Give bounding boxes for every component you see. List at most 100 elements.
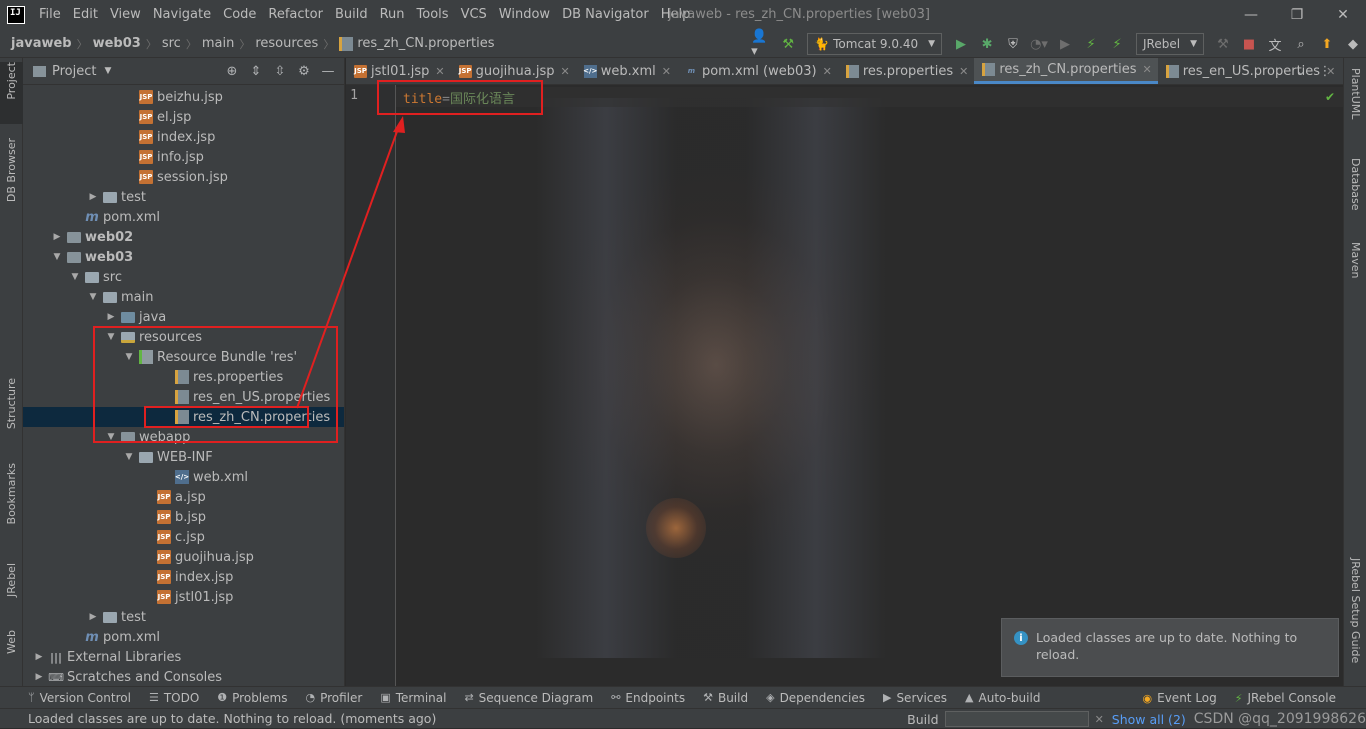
inspection-ok-icon[interactable]: ✔: [1325, 90, 1335, 104]
tree-item[interactable]: ▼ web03: [23, 247, 344, 267]
tree-item[interactable]: m pom.xml: [23, 627, 344, 647]
locate-file-icon[interactable]: ⊕: [220, 64, 244, 79]
menu-window[interactable]: Window: [493, 0, 556, 30]
jrebel-console-button[interactable]: ⚡ JRebel Console: [1235, 691, 1336, 705]
run-configuration-select[interactable]: 🐈 Tomcat 9.0.40 ▼: [807, 33, 943, 55]
profile-icon[interactable]: ◔▾: [1028, 33, 1050, 55]
menu-run[interactable]: Run: [374, 0, 411, 30]
chevron-right-icon[interactable]: ▶: [87, 612, 99, 622]
breadcrumb-item[interactable]: web03: [93, 36, 141, 51]
tool-window-button[interactable]: ⇄ Sequence Diagram: [464, 691, 593, 705]
tree-item[interactable]: ▶ web02: [23, 227, 344, 247]
minimize-button[interactable]: —: [1228, 0, 1274, 30]
chevron-down-icon[interactable]: ▼: [69, 272, 81, 282]
menu-edit[interactable]: Edit: [67, 0, 104, 30]
intellij-logo-icon[interactable]: IJ: [7, 6, 25, 24]
tool-window-button[interactable]: ᛘ Version Control: [28, 691, 131, 705]
update-icon[interactable]: ⬆: [1316, 33, 1338, 55]
tree-item[interactable]: JSP index.jsp: [23, 567, 344, 587]
database-tool-tab[interactable]: Database: [1344, 158, 1366, 228]
stop-icon[interactable]: ■: [1238, 33, 1260, 55]
user-icon[interactable]: 👤▾: [751, 29, 773, 59]
close-window-button[interactable]: ✕: [1320, 0, 1366, 30]
menu-db-navigator[interactable]: DB Navigator: [556, 0, 655, 30]
jrebel-select[interactable]: JRebel ▼: [1136, 33, 1204, 55]
close-tab-icon[interactable]: ✕: [662, 65, 671, 78]
editor-tab[interactable]: </> web.xml ✕: [576, 58, 677, 84]
menu-vcs[interactable]: VCS: [455, 0, 493, 30]
close-build-icon[interactable]: ✕: [1095, 713, 1104, 726]
maven-tool-tab[interactable]: Maven: [1344, 242, 1366, 302]
editor-tab[interactable]: res_zh_CN.properties ✕: [974, 58, 1158, 84]
chevron-right-icon[interactable]: ▶: [33, 672, 45, 682]
restore-button[interactable]: ❐: [1274, 0, 1320, 30]
tree-item[interactable]: ▶ test: [23, 607, 344, 627]
tool-window-button[interactable]: ▲ Auto-build: [965, 691, 1040, 705]
close-tab-icon[interactable]: ✕: [823, 65, 832, 78]
plantuml-tool-tab[interactable]: PlantUML: [1344, 68, 1366, 148]
menu-view[interactable]: View: [104, 0, 147, 30]
chevron-down-icon[interactable]: ⌄: [1289, 64, 1313, 79]
breadcrumb-item[interactable]: resources: [255, 36, 318, 51]
close-tab-icon[interactable]: ✕: [435, 65, 444, 78]
editor-tab[interactable]: res.properties ✕: [838, 58, 975, 84]
menu-build[interactable]: Build: [329, 0, 374, 30]
tree-item[interactable]: </> web.xml: [23, 467, 344, 487]
hide-panel-icon[interactable]: —: [316, 64, 340, 79]
tool-window-button[interactable]: ☰ TODO: [149, 691, 199, 705]
chevron-down-icon[interactable]: ▼: [87, 292, 99, 302]
breadcrumb-item[interactable]: res_zh_CN.properties: [357, 36, 494, 51]
hammer-disabled-icon[interactable]: ⚒: [1212, 33, 1234, 55]
tree-item[interactable]: JSP beizhu.jsp: [23, 87, 344, 107]
debug-icon[interactable]: ✱: [976, 33, 998, 55]
tool-window-button[interactable]: ⚯ Endpoints: [611, 691, 685, 705]
chevron-down-icon[interactable]: ▼: [123, 452, 135, 462]
close-tab-icon[interactable]: ✕: [561, 65, 570, 78]
menu-refactor[interactable]: Refactor: [262, 0, 329, 30]
tree-item[interactable]: ▼ src: [23, 267, 344, 287]
tree-item[interactable]: ▶ ||| External Libraries: [23, 647, 344, 667]
collapse-all-icon[interactable]: ⇳: [268, 64, 292, 79]
show-all-link[interactable]: Show all (2): [1112, 712, 1186, 727]
tree-item[interactable]: ▶ ⌨ Scratches and Consoles: [23, 667, 344, 686]
tree-item[interactable]: JSP el.jsp: [23, 107, 344, 127]
tool-window-button[interactable]: ▶ Services: [883, 691, 947, 705]
tree-item[interactable]: JSP guojihua.jsp: [23, 547, 344, 567]
project-panel-title[interactable]: Project: [52, 64, 96, 79]
settings-gear-icon[interactable]: ⚙: [292, 64, 316, 79]
more-options-icon[interactable]: ⋮: [1313, 64, 1337, 79]
tool-window-button[interactable]: ◔ Profiler: [305, 691, 362, 705]
breadcrumb-item[interactable]: javaweb: [11, 36, 72, 51]
chevron-right-icon[interactable]: ▶: [87, 192, 99, 202]
jrebel-debug-icon[interactable]: ⚡: [1106, 33, 1128, 55]
close-tab-icon[interactable]: ✕: [1143, 63, 1152, 76]
bookmarks-tool-tab[interactable]: Bookmarks: [0, 463, 23, 545]
coverage-icon[interactable]: ⛨: [1002, 33, 1024, 55]
chevron-right-icon[interactable]: ▶: [33, 652, 45, 662]
chevron-down-icon[interactable]: ▼: [51, 252, 63, 262]
tree-item[interactable]: JSP session.jsp: [23, 167, 344, 187]
tree-item[interactable]: ▶ test: [23, 187, 344, 207]
editor-tab[interactable]: m pom.xml (web03) ✕: [677, 58, 838, 84]
project-tool-tab[interactable]: Project: [0, 62, 23, 124]
tree-item[interactable]: ▼ main: [23, 287, 344, 307]
breadcrumb-item[interactable]: src: [162, 36, 181, 51]
event-log-button[interactable]: ◉ Event Log: [1143, 691, 1217, 705]
translate-icon[interactable]: 文: [1264, 33, 1286, 55]
close-tab-icon[interactable]: ✕: [959, 65, 968, 78]
chevron-right-icon[interactable]: ▶: [51, 232, 63, 242]
tool-window-button[interactable]: ❶ Problems: [217, 691, 287, 705]
expand-all-icon[interactable]: ⇕: [244, 64, 268, 79]
tree-item[interactable]: JSP b.jsp: [23, 507, 344, 527]
search-icon[interactable]: ⌕: [1290, 33, 1312, 55]
web-tool-tab[interactable]: Web: [0, 630, 23, 670]
tree-item[interactable]: JSP c.jsp: [23, 527, 344, 547]
menu-navigate[interactable]: Navigate: [147, 0, 217, 30]
jrebel-tool-tab[interactable]: JRebel: [0, 563, 23, 618]
db-browser-tool-tab[interactable]: DB Browser: [0, 138, 23, 218]
menu-tools[interactable]: Tools: [411, 0, 455, 30]
structure-tool-tab[interactable]: Structure: [0, 378, 23, 444]
jetbrains-toolbox-icon[interactable]: ◆: [1342, 33, 1364, 55]
tool-window-button[interactable]: ◈ Dependencies: [766, 691, 865, 705]
run-icon[interactable]: ▶: [950, 33, 972, 55]
